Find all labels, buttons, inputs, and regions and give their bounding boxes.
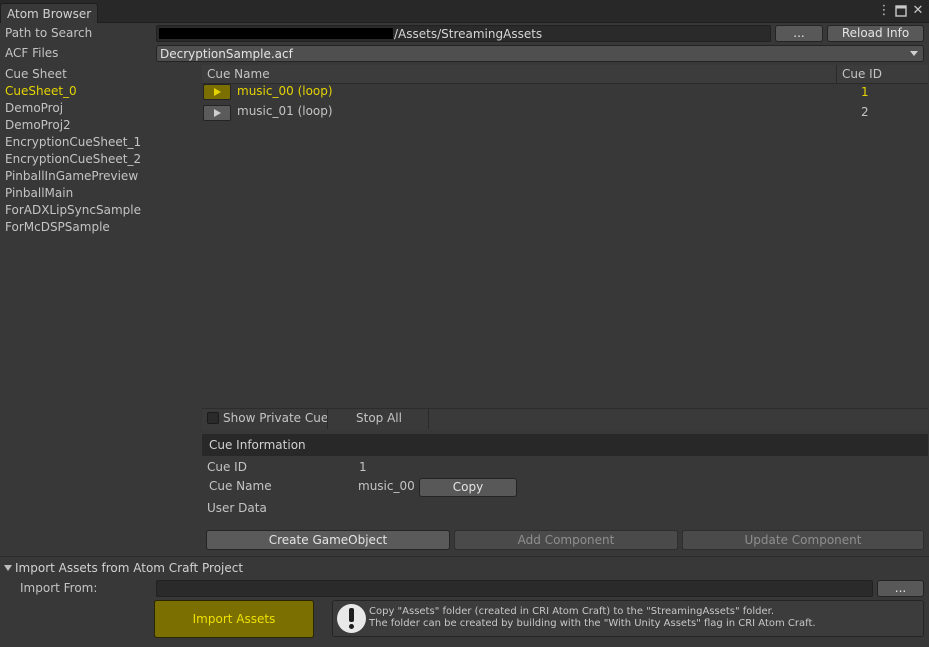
more-options-icon[interactable]: ⋮ bbox=[877, 3, 891, 19]
divider bbox=[327, 409, 328, 429]
cue-sheet-item[interactable]: EncryptionCueSheet_1 bbox=[5, 135, 141, 149]
acf-dropdown[interactable]: DecryptionSample.acf bbox=[156, 45, 924, 62]
redacted-path-block bbox=[159, 28, 393, 39]
path-field[interactable]: /Assets/StreamingAssets bbox=[156, 25, 771, 42]
stop-all-button[interactable]: Stop All bbox=[356, 411, 402, 425]
cue-sheet-item[interactable]: DemoProj bbox=[5, 101, 63, 115]
path-browse-button[interactable]: ... bbox=[775, 25, 823, 42]
cue-sheet-item[interactable]: ForMcDSPSample bbox=[5, 220, 110, 234]
maximize-icon[interactable] bbox=[894, 3, 908, 22]
chevron-down-icon bbox=[910, 51, 918, 56]
cue-info-id-value: 1 bbox=[359, 460, 367, 474]
tab-title: Atom Browser bbox=[7, 7, 92, 21]
cue-sheet-item[interactable]: EncryptionCueSheet_2 bbox=[5, 152, 141, 166]
show-private-label: Show Private Cue bbox=[223, 411, 329, 425]
cue-table-header bbox=[202, 65, 928, 84]
divider bbox=[428, 409, 429, 429]
reload-info-button[interactable]: Reload Info bbox=[827, 25, 924, 42]
cue-sheet-item[interactable]: ForADXLipSyncSample bbox=[5, 203, 141, 217]
play-icon bbox=[214, 109, 221, 117]
copy-button[interactable]: Copy bbox=[419, 478, 517, 497]
cue-info-id-label: Cue ID bbox=[207, 460, 247, 474]
cue-sheet-header: Cue Sheet bbox=[5, 67, 67, 81]
acf-selected: DecryptionSample.acf bbox=[160, 47, 293, 61]
column-divider[interactable] bbox=[836, 65, 837, 83]
cue-name-column-header[interactable]: Cue Name bbox=[207, 67, 270, 81]
cue-sheet-item[interactable]: CueSheet_0 bbox=[5, 84, 77, 98]
cue-sheet-item[interactable]: DemoProj2 bbox=[5, 118, 71, 132]
cue-info-header: Cue Information bbox=[209, 438, 306, 452]
help-box: Copy "Assets" folder (created in CRI Ato… bbox=[332, 600, 924, 637]
cue-info-name-label: Cue Name bbox=[209, 479, 272, 493]
cue-row-id: 1 bbox=[861, 85, 869, 99]
path-value: /Assets/StreamingAssets bbox=[394, 27, 543, 41]
cue-info-name-value: music_00 bbox=[358, 479, 415, 493]
play-button[interactable] bbox=[203, 84, 231, 100]
create-gameobject-button[interactable]: Create GameObject bbox=[206, 530, 450, 550]
cue-sheet-item[interactable]: PinballMain bbox=[5, 186, 73, 200]
close-icon[interactable]: ✕ bbox=[911, 3, 925, 19]
section-divider bbox=[0, 556, 929, 557]
info-icon bbox=[337, 604, 366, 633]
help-line-2: The folder can be created by building wi… bbox=[369, 618, 816, 629]
cue-info-header-bar bbox=[202, 434, 928, 456]
cue-row-id: 2 bbox=[861, 105, 869, 119]
cue-id-column-header[interactable]: Cue ID bbox=[842, 67, 882, 81]
acf-label: ACF Files bbox=[5, 46, 59, 60]
foldout-arrow-icon[interactable] bbox=[4, 565, 12, 571]
import-from-label: Import From: bbox=[20, 581, 98, 595]
import-browse-button[interactable]: ... bbox=[877, 580, 924, 597]
help-line-1: Copy "Assets" folder (created in CRI Ato… bbox=[369, 606, 775, 617]
play-icon bbox=[214, 88, 221, 96]
update-component-button[interactable]: Update Component bbox=[682, 530, 924, 550]
add-component-button[interactable]: Add Component bbox=[454, 530, 678, 550]
import-from-field[interactable] bbox=[156, 580, 873, 597]
show-private-checkbox[interactable] bbox=[207, 412, 219, 424]
play-button[interactable] bbox=[203, 105, 231, 121]
cue-sheet-item[interactable]: PinballInGamePreview bbox=[5, 169, 138, 183]
import-assets-button[interactable]: Import Assets bbox=[154, 600, 314, 638]
cue-row-name[interactable]: music_01 (loop) bbox=[237, 104, 333, 118]
import-section-header[interactable]: Import Assets from Atom Craft Project bbox=[15, 561, 243, 575]
path-label: Path to Search bbox=[5, 26, 93, 40]
cue-row-name[interactable]: music_00 (loop) bbox=[237, 84, 333, 98]
window-tab-bar: Atom Browser ⋮ ✕ bbox=[0, 0, 929, 23]
user-data-label: User Data bbox=[207, 501, 267, 515]
tab-atom-browser[interactable]: Atom Browser bbox=[0, 3, 98, 23]
